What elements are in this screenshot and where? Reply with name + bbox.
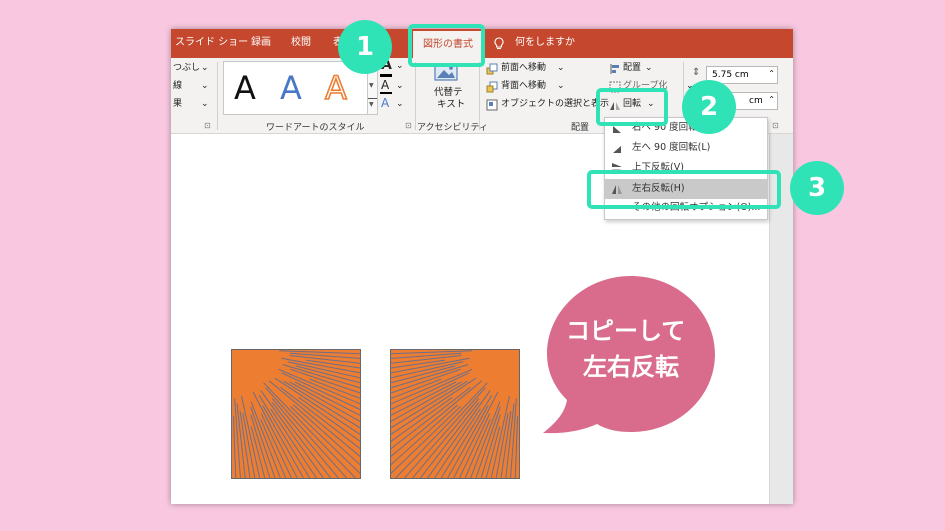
chevron-down-icon: ⌄ [396,61,404,71]
step-badge-2: 2 [682,80,736,134]
highlight-rotate-button [596,88,668,126]
shape-outline-button[interactable]: 線 [173,81,182,92]
dialog-launcher-icon[interactable]: ⊡ [204,120,211,131]
bring-forward-button[interactable]: 前面へ移動 [501,63,546,74]
shape-fill-button[interactable]: つぶし [173,63,200,74]
rotate-left-icon [611,142,623,154]
divider [479,62,480,130]
wordart-gallery[interactable]: A A A [223,61,369,115]
tab-review[interactable]: 校閲 [291,37,311,49]
alt-text-button[interactable]: 代替テ [434,87,463,98]
chevron-down-icon: ⌄ [201,81,209,91]
accessibility-group-label: アクセシビリティ [417,123,489,133]
shape-effects-button[interactable]: 果 [173,99,182,110]
send-backward-button[interactable]: 背面へ移動 [501,81,546,92]
tab-record[interactable]: 録画 [251,37,271,49]
wordart-group-label: ワードアートのスタイル [266,123,365,133]
width-value: cm [749,96,763,106]
original-burst-shape[interactable] [231,349,361,479]
chevron-down-icon: ⌄ [396,81,404,91]
wordart-style-black[interactable]: A [234,70,256,106]
send-backward-icon [486,81,498,93]
lightbulb-icon [493,37,505,54]
wordart-style-blue[interactable]: A [280,70,302,106]
tell-me-search[interactable]: 何をしますか [515,37,575,49]
chevron-down-icon: ⌄ [396,99,404,109]
bring-forward-icon [486,63,498,75]
text-effects-icon[interactable]: A [381,97,389,109]
text-outline-icon[interactable]: A [381,79,389,91]
text-outline-color [380,92,392,94]
dialog-launcher-icon[interactable]: ⊡ [405,120,412,131]
arrange-group-label: 配置 [571,123,590,133]
text-fill-color [380,74,392,77]
chevron-down-icon: ⌄ [557,81,565,91]
alt-text-button-line2[interactable]: キスト [437,99,465,110]
chevron-down-icon: ⌄ [201,99,209,109]
step-badge-1: 1 [338,20,392,74]
dialog-launcher-icon[interactable]: ⊡ [772,120,779,131]
selection-pane-button[interactable]: オブジェクトの選択と表示 [501,99,609,110]
highlight-shape-format-tab [408,24,485,67]
align-icon [609,63,621,79]
chevron-down-icon: ⌄ [201,63,209,73]
highlight-flip-horizontal [587,170,781,209]
bubble-text-line2: 左右反転 [583,353,679,381]
chevron-down-icon: ⌄ [557,63,565,73]
step-badge-3: 3 [790,161,844,215]
bubble-text-line1: コピーして [566,317,686,345]
menu-item-label: 左へ 90 度回転(L) [632,142,711,153]
height-icon: ⇕ [692,67,701,78]
divider [415,62,416,130]
align-button[interactable]: 配置 [623,63,641,74]
wordart-style-orange-outline[interactable]: A [324,69,347,107]
flipped-burst-shape[interactable] [390,349,520,479]
selection-pane-icon [486,99,498,111]
tab-slideshow[interactable]: スライド ショー [175,37,248,49]
rotate-left-menu-item[interactable]: 左へ 90 度回転(L) [605,138,767,158]
chevron-down-icon: ⌄ [645,63,653,73]
divider [217,62,218,130]
